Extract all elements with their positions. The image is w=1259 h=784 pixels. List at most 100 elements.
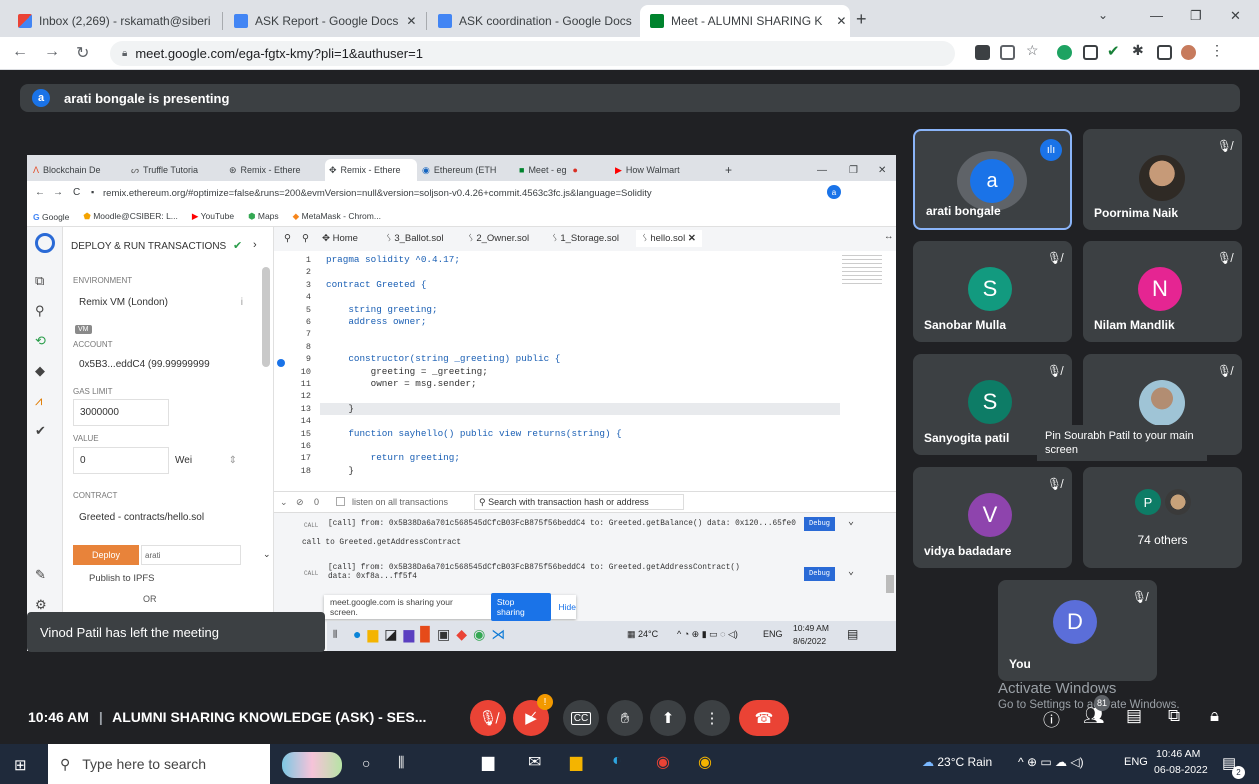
weather-widget[interactable]: ☁︎ 23°C Rain — [922, 755, 992, 769]
tab-search-icon[interactable]: ⌄ — [1098, 8, 1108, 22]
terminal-search: ⚲ Search with transaction hash or addres… — [474, 494, 684, 510]
inner-new-tab-icon: + — [725, 163, 733, 177]
docs-icon — [438, 14, 452, 28]
clock-date[interactable]: 06-08-2022 — [1154, 764, 1208, 776]
bookmark-star-icon[interactable]: ☆ — [1026, 42, 1041, 58]
line-number: 2 — [305, 267, 311, 278]
tab-ask-report[interactable]: ASK Report - Google Docs ✕ — [224, 5, 424, 37]
mail-icon[interactable]: ✉︎ — [528, 752, 541, 772]
participant-tile-poornima[interactable]: 🎙︎̸ Poornima Naik — [1083, 129, 1242, 230]
mic-off-icon: 🎙︎̸ — [1216, 139, 1232, 153]
new-tab-button[interactable]: + — [856, 9, 867, 30]
url-field[interactable]: 🔒︎ meet.google.com/ega-fgtx-kmy?pli=1&au… — [110, 41, 955, 66]
bookmark-item: G Google — [33, 211, 70, 222]
language-indicator[interactable]: ENG — [1124, 756, 1148, 768]
close-tab-icon[interactable]: ✕ — [211, 14, 220, 28]
code-line: pragma solidity ^0.4.17; — [326, 254, 460, 265]
windows-start-icon[interactable]: ⊞ — [14, 756, 27, 774]
participant-left-toast: Vinod Patil has left the meeting — [27, 612, 325, 652]
minimap — [842, 255, 882, 285]
puzzle-extensions-icon[interactable]: ✱ — [1132, 42, 1147, 58]
clear-terminal-icon: ⊘ — [296, 497, 304, 507]
tab-meet[interactable]: Meet - ALUMNI SHARING K ✕ — [640, 5, 850, 37]
vm-badge: VM — [75, 325, 92, 334]
meeting-info-icon[interactable]: ⓘ — [1043, 706, 1060, 731]
line-number: 6 — [305, 317, 311, 327]
breakpoint-dot — [277, 359, 285, 367]
task-view-icon[interactable]: ⫼ — [398, 754, 404, 771]
file-explorer-icon[interactable]: ▆ — [570, 752, 582, 772]
participant-tile-others[interactable]: P 74 others — [1083, 467, 1242, 568]
forward-arrow-icon[interactable]: → — [44, 43, 60, 61]
tab-ask-coordination[interactable]: ASK coordination - Google Docs ✕ — [428, 5, 636, 37]
side-panel-icon[interactable] — [1157, 45, 1172, 60]
hide-button: Hide — [558, 602, 576, 612]
taskbar-search-box[interactable]: ⚲ Type here to search — [48, 744, 270, 784]
restore-button[interactable]: ❐ — [1190, 8, 1202, 24]
participant-tile-arati[interactable]: ılı a arati bongale — [913, 129, 1072, 230]
grid-extension-icon[interactable] — [1083, 45, 1098, 60]
mic-off-icon: 🎙︎̸ — [1216, 251, 1232, 265]
participant-tile-sourabh[interactable]: 🎙︎̸ Pin Sourabh Patil to your main scree… — [1037, 354, 1242, 461]
inner-profile-avatar: a — [827, 185, 841, 199]
store-icon[interactable]: ▆ — [482, 752, 494, 772]
inner-tab: ⊛ Remix - Ethere — [229, 164, 301, 176]
line-number: 15 — [300, 428, 311, 439]
participant-name: Sanobar Mulla — [924, 318, 1007, 332]
present-icon: ⬆︎ — [661, 710, 675, 727]
inner-tray-icons: ^ ◔ ⊕ ▮ ▭ ◌ ◁) — [677, 629, 738, 639]
share-icon[interactable] — [1000, 45, 1015, 60]
inner-address-bar: ← → C ▪ remix.ethereum.org/#optimize=fal… — [27, 181, 896, 207]
back-arrow-icon[interactable]: ← — [12, 43, 28, 61]
grammarly-icon[interactable] — [1057, 45, 1072, 60]
lock-icon: 🔒︎ — [122, 48, 128, 59]
code-line: constructor(string _greeting) public { — [326, 353, 561, 365]
activities-icon[interactable]: ⧉ — [1168, 706, 1180, 726]
chrome-canary-icon[interactable]: ◉ — [698, 752, 712, 772]
close-tab-icon[interactable]: ✕ — [828, 14, 846, 28]
close-window-button[interactable]: ✕ — [1230, 8, 1241, 24]
line-number: 16 — [300, 441, 311, 451]
others-count: 74 others — [1137, 533, 1188, 547]
mic-off-icon: 🎙︎̸ — [1046, 477, 1062, 491]
participant-tile-sanobar[interactable]: 🎙︎̸ S Sanobar Mulla — [913, 241, 1072, 342]
presenting-text: arati bongale is presenting — [64, 90, 230, 106]
log-line: [call] from: 0x5B38Da6a701c568545dCfcB03… — [328, 564, 740, 572]
edge-icon[interactable]: ◐ — [612, 752, 622, 770]
shared-screen: Λ Blockchain De ᔕ Truffle Tutoria ⊛ Remix -… — [27, 155, 896, 651]
leave-call-button[interactable]: ☎︎ — [739, 700, 789, 736]
clock-time[interactable]: 10:46 AM — [1156, 748, 1200, 760]
more-options-button[interactable]: ⋮ — [694, 700, 730, 736]
presenter-avatar: a — [32, 89, 50, 107]
widgets-icon[interactable] — [282, 752, 342, 778]
participant-tile-nilam[interactable]: 🎙︎̸ N Nilam Mandlik — [1083, 241, 1242, 342]
participant-tile-vidya[interactable]: 🎙︎̸ V vidya badadare — [913, 467, 1072, 568]
system-tray-icons[interactable]: ^ ⊕ ▭ ☁︎ ◁) — [1018, 755, 1084, 769]
minimize-button[interactable]: — — [1150, 8, 1163, 23]
avatar: P — [1135, 489, 1161, 515]
inner-restore-icon: ❐ — [849, 164, 858, 176]
reload-icon[interactable]: ↻ — [76, 43, 89, 63]
raise-hand-button[interactable]: ✋︎ — [607, 700, 643, 736]
chrome-icon[interactable]: ◉ — [656, 752, 670, 772]
microphone-toggle-button[interactable]: 🎙︎̸ — [470, 700, 506, 736]
captions-button[interactable]: CC — [563, 700, 599, 736]
close-tab-icon[interactable]: ✕ — [632, 14, 636, 28]
camera-icon[interactable] — [975, 45, 990, 60]
code-line: greeting = _greeting; — [326, 365, 488, 377]
chat-icon[interactable]: ▤ — [1126, 706, 1142, 726]
account-select: 0x5B3...eddC4 (99.99999999 — [73, 351, 243, 378]
tab-gmail[interactable]: Inbox (2,269) - rskamath@siberi ✕ — [8, 5, 220, 37]
check-extension-icon[interactable]: ✔ — [1107, 42, 1122, 60]
host-controls-icon[interactable]: 🔒︎ — [1210, 706, 1219, 726]
close-tab-icon[interactable]: ✕ — [398, 14, 416, 28]
value-unit-select: Wei ⇕ — [169, 447, 243, 474]
camera-toggle-button[interactable]: ▶̸! — [513, 694, 553, 736]
terminal-scrollbar — [886, 575, 894, 593]
profile-avatar[interactable] — [1181, 45, 1196, 60]
self-tile[interactable]: 🎙︎̸ D You — [998, 580, 1157, 681]
more-menu-icon[interactable]: ⋮ — [1210, 42, 1225, 58]
search-icon: ⚲ — [35, 303, 45, 318]
cortana-icon[interactable]: ○ — [362, 755, 370, 771]
present-button[interactable]: ⬆︎ — [650, 700, 686, 736]
